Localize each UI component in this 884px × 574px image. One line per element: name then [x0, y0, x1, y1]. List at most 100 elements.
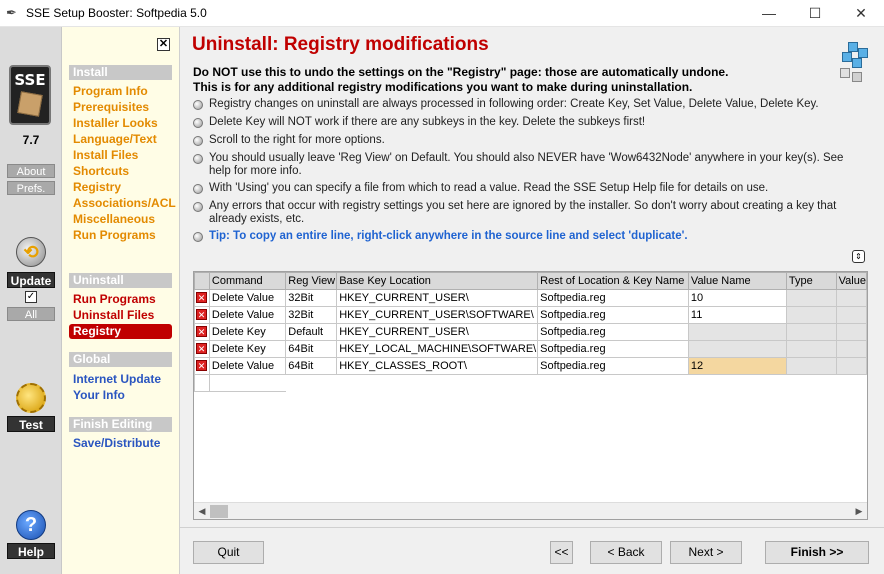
close-button[interactable]: ✕ — [838, 0, 884, 27]
nav-item-run-programs[interactable]: Run Programs — [73, 228, 156, 242]
help-icon[interactable]: ? — [16, 510, 46, 540]
collapse-chevron-icon[interactable]: ⇕ — [852, 250, 865, 263]
delete-row-icon[interactable]: ✕ — [194, 306, 210, 324]
nav-item-internet-update[interactable]: Internet Update — [73, 372, 161, 386]
cell-value-name[interactable]: 10 — [687, 289, 787, 307]
empty-cell[interactable] — [194, 374, 210, 392]
cell-type[interactable] — [785, 289, 837, 307]
nav-item-uninstall-run-programs[interactable]: Run Programs — [73, 292, 156, 306]
cell-command[interactable]: Delete Key — [208, 340, 287, 358]
close-panel-icon[interactable]: ✕ — [157, 38, 170, 51]
cell-value[interactable] — [835, 306, 867, 324]
sse-logo: SSE — [9, 65, 51, 125]
nav-item-program-info[interactable]: Program Info — [73, 84, 148, 98]
nav-item-save-distribute[interactable]: Save/Distribute — [73, 436, 160, 450]
cell-type[interactable] — [785, 340, 837, 358]
cell-value[interactable] — [835, 289, 867, 307]
delete-row-icon[interactable]: ✕ — [194, 340, 210, 358]
cell-value-name[interactable] — [687, 323, 787, 341]
column-header-reg-view[interactable]: Reg View — [285, 272, 338, 290]
empty-cell[interactable] — [208, 374, 287, 392]
nav-head-finish: Finish Editing — [69, 417, 172, 432]
cell-value-name[interactable]: 11 — [687, 306, 787, 324]
cell-command[interactable]: Delete Value — [208, 357, 287, 375]
gear-icon[interactable] — [16, 383, 46, 413]
cell-rest-location[interactable]: Softpedia.reg — [537, 306, 689, 324]
maximize-button[interactable]: ☐ — [792, 0, 838, 27]
table-row[interactable]: ✕ Delete Value 32Bit HKEY_CURRENT_USER\S… — [194, 306, 867, 324]
table-row[interactable]: ✕ Delete Key Default HKEY_CURRENT_USER\ … — [194, 323, 867, 341]
cell-reg-view[interactable]: 64Bit — [285, 357, 338, 375]
update-icon[interactable]: ⟲ — [16, 237, 46, 267]
cell-base-key[interactable]: HKEY_CURRENT_USER\SOFTWARE\ — [336, 306, 539, 324]
delete-row-icon[interactable]: ✕ — [194, 323, 210, 341]
cell-reg-view[interactable]: 64Bit — [285, 340, 338, 358]
nav-item-registry[interactable]: Registry — [73, 180, 121, 194]
cell-value-name[interactable]: 12 — [687, 357, 787, 375]
prefs-button[interactable]: Prefs. — [7, 181, 55, 195]
nav-item-uninstall-files[interactable]: Uninstall Files — [73, 308, 154, 322]
column-header-rest-location[interactable]: Rest of Location & Key Name — [537, 272, 689, 290]
about-button[interactable]: About — [7, 164, 55, 178]
nav-item-installer-looks[interactable]: Installer Looks — [73, 116, 158, 130]
cell-command[interactable]: Delete Key — [208, 323, 287, 341]
delete-row-icon[interactable]: ✕ — [194, 289, 210, 307]
nav-item-associations[interactable]: Associations/ACL — [73, 196, 176, 210]
nav-item-your-info[interactable]: Your Info — [73, 388, 125, 402]
cell-command[interactable]: Delete Value — [208, 306, 287, 324]
table-row-empty[interactable] — [194, 374, 867, 392]
next-button[interactable]: Next > — [670, 541, 742, 564]
cell-value-name[interactable] — [687, 340, 787, 358]
cell-reg-view[interactable]: 32Bit — [285, 289, 338, 307]
horizontal-scrollbar[interactable]: ◀ ▶ — [194, 502, 867, 519]
column-header-value-name[interactable]: Value Name — [687, 272, 787, 290]
column-header-base-key[interactable]: Base Key Location — [336, 272, 539, 290]
nav-head-uninstall: Uninstall — [69, 273, 172, 288]
column-header-value[interactable]: Value — [835, 272, 867, 290]
first-page-button[interactable]: << — [550, 541, 573, 564]
empty-cell — [285, 374, 337, 392]
cell-base-key[interactable]: HKEY_CURRENT_USER\ — [336, 289, 539, 307]
column-header-command[interactable]: Command — [208, 272, 287, 290]
cell-reg-view[interactable]: Default — [285, 323, 338, 341]
table-row[interactable]: ✕ Delete Key 64Bit HKEY_LOCAL_MACHINE\SO… — [194, 340, 867, 358]
test-button[interactable]: Test — [7, 416, 55, 432]
nav-item-language-text[interactable]: Language/Text — [73, 132, 157, 146]
cell-base-key[interactable]: HKEY_CLASSES_ROOT\ — [336, 357, 539, 375]
cell-rest-location[interactable]: Softpedia.reg — [537, 323, 689, 341]
finish-button[interactable]: Finish >> — [765, 541, 869, 564]
cell-rest-location[interactable]: Softpedia.reg — [537, 357, 689, 375]
cell-base-key[interactable]: HKEY_CURRENT_USER\ — [336, 323, 539, 341]
cell-reg-view[interactable]: 32Bit — [285, 306, 338, 324]
nav-head-install: Install — [69, 65, 172, 80]
delete-row-icon[interactable]: ✕ — [194, 357, 210, 375]
cell-type[interactable] — [785, 306, 837, 324]
cell-type[interactable] — [785, 357, 837, 375]
cell-type[interactable] — [785, 323, 837, 341]
cell-value[interactable] — [835, 357, 867, 375]
cell-value[interactable] — [835, 340, 867, 358]
cell-rest-location[interactable]: Softpedia.reg — [537, 340, 689, 358]
update-all-checkbox[interactable]: ✓ — [25, 291, 37, 303]
nav-item-install-files[interactable]: Install Files — [73, 148, 138, 162]
nav-item-miscellaneous[interactable]: Miscellaneous — [73, 212, 155, 226]
all-button[interactable]: All — [7, 307, 55, 321]
back-button[interactable]: < Back — [590, 541, 662, 564]
scroll-left-icon[interactable]: ◀ — [195, 505, 209, 518]
help-button[interactable]: Help — [7, 543, 55, 559]
table-row[interactable]: ✕ Delete Value 32Bit HKEY_CURRENT_USER\ … — [194, 289, 867, 307]
update-button[interactable]: Update — [7, 272, 55, 288]
scroll-right-icon[interactable]: ▶ — [852, 505, 866, 518]
nav-item-uninstall-registry[interactable]: Registry — [69, 324, 172, 339]
cell-rest-location[interactable]: Softpedia.reg — [537, 289, 689, 307]
cell-value[interactable] — [835, 323, 867, 341]
quit-button[interactable]: Quit — [193, 541, 264, 564]
cell-command[interactable]: Delete Value — [208, 289, 287, 307]
cell-base-key[interactable]: HKEY_LOCAL_MACHINE\SOFTWARE\ — [336, 340, 539, 358]
table-row[interactable]: ✕ Delete Value 64Bit HKEY_CLASSES_ROOT\ … — [194, 357, 867, 375]
minimize-button[interactable]: — — [746, 0, 792, 27]
nav-item-shortcuts[interactable]: Shortcuts — [73, 164, 129, 178]
scroll-thumb[interactable] — [210, 505, 228, 518]
column-header-type[interactable]: Type — [785, 272, 837, 290]
nav-item-prerequisites[interactable]: Prerequisites — [73, 100, 149, 114]
